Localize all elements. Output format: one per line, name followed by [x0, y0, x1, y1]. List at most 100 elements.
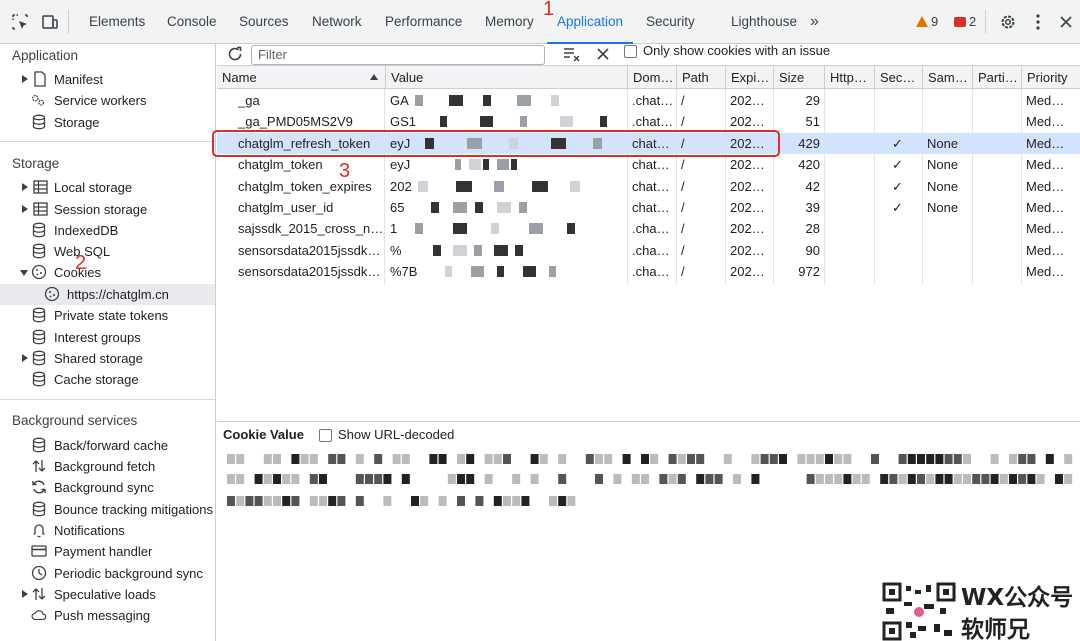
cell-name: _ga [238, 93, 260, 108]
column-header-size[interactable]: Size [773, 66, 824, 89]
cell-expires: 202… [730, 200, 765, 215]
redacted-block [825, 474, 833, 484]
redacted-block [300, 454, 309, 464]
redacted-block [779, 454, 787, 464]
sidebar-item-back-forward-cache[interactable]: Back/forward cache [0, 435, 215, 456]
tab-performance[interactable]: Performance [385, 0, 462, 44]
redacted-block [677, 454, 686, 464]
show-url-decoded-checkbox[interactable] [319, 429, 332, 442]
delete-selected-icon[interactable] [596, 47, 610, 61]
sidebar-item-indexeddb[interactable]: IndexedDB [0, 220, 215, 241]
more-tabs-button[interactable]: » [810, 0, 819, 44]
redacted-block [457, 496, 465, 506]
column-header-samesite[interactable]: Sam… [922, 66, 972, 89]
expand-arrow-icon[interactable] [22, 75, 28, 83]
redacted-block [337, 454, 346, 464]
sidebar-item-interest-groups[interactable]: Interest groups [0, 327, 215, 348]
column-header-partition-key[interactable]: Parti… [972, 66, 1021, 89]
settings-gear-icon[interactable] [998, 12, 1018, 32]
redacted-block [236, 454, 245, 464]
close-devtools-icon[interactable] [1056, 12, 1076, 32]
warnings-badge[interactable]: 9 [916, 14, 938, 29]
collapse-arrow-icon[interactable] [20, 270, 28, 276]
column-header-secure[interactable]: Sec… [874, 66, 922, 89]
sidebar-item-shared-storage[interactable]: Shared storage [0, 348, 215, 369]
sidebar-item-label: Speculative loads [54, 587, 156, 602]
sidebar-item-cookie-origin[interactable]: https://chatglm.cn [0, 284, 215, 305]
sidebar-item-notifications[interactable]: Notifications [0, 520, 215, 541]
redacted-block [677, 474, 686, 484]
redacted-block [438, 454, 447, 464]
device-toolbar-icon[interactable] [40, 12, 60, 32]
redacted-block [1045, 454, 1054, 464]
redacted-block [374, 474, 383, 484]
clear-all-cookies-icon[interactable] [563, 46, 581, 64]
cell-priority: Med… [1026, 93, 1065, 108]
sidebar-item-storage[interactable]: Storage [0, 112, 215, 133]
cell-partition [972, 90, 1021, 111]
tab-lighthouse[interactable]: Lighthouse [731, 0, 797, 44]
only-issues-checkbox[interactable] [624, 45, 637, 58]
refresh-icon[interactable] [226, 44, 244, 64]
redacted-block [420, 496, 429, 506]
column-header-expires[interactable]: Expi… [725, 66, 773, 89]
sidebar-item-bounce-tracking-mitigations[interactable]: Bounce tracking mitigations [0, 499, 215, 520]
database-icon [31, 371, 47, 387]
expand-arrow-icon[interactable] [22, 183, 28, 191]
table-icon [32, 179, 48, 195]
sidebar-item-background-fetch[interactable]: Background fetch [0, 456, 215, 477]
sidebar-item-cache-storage[interactable]: Cache storage [0, 369, 215, 390]
sidebar-item-speculative-loads[interactable]: Speculative loads [0, 584, 215, 605]
table-row[interactable]: chatglm_user_id 65 chat…/202… 39 ✓ None Med… [217, 197, 1080, 218]
tab-elements[interactable]: Elements [89, 0, 145, 44]
redacted-block [521, 496, 530, 506]
table-row[interactable]: sensorsdata2015jssdk… %7B .cha… / 202… 972 Med… [217, 261, 1080, 282]
sidebar-item-periodic-background-sync[interactable]: Periodic background sync [0, 563, 215, 584]
sidebar-item-session-storage[interactable]: Session storage [0, 199, 215, 220]
qr-code-icon [882, 582, 956, 641]
tab-console[interactable]: Console [167, 0, 217, 44]
sidebar-item-cookies[interactable]: Cookies [0, 262, 215, 283]
tab-memory[interactable]: Memory [485, 0, 534, 44]
database-icon [31, 501, 47, 517]
expand-arrow-icon[interactable] [22, 354, 28, 362]
filter-input[interactable]: Filter [251, 45, 545, 65]
sidebar-item-service-workers[interactable]: Service workers [0, 90, 215, 111]
redacted-block [963, 474, 971, 484]
expand-arrow-icon[interactable] [22, 205, 28, 213]
column-header-name[interactable]: Name [217, 66, 384, 89]
sidebar-item-web-sql[interactable]: Web SQL [0, 241, 215, 262]
redacted-block [401, 474, 410, 484]
database-icon [31, 114, 47, 130]
tab-network[interactable]: Network [312, 0, 362, 44]
column-header-path[interactable]: Path [676, 66, 725, 89]
table-row[interactable]: sensorsdata2015jssdk…% .cha…/202… 90 Med… [217, 240, 1080, 261]
cell-domain: chat… [632, 200, 670, 215]
column-header-httponly[interactable]: Http… [824, 66, 874, 89]
table-row[interactable]: _ga GA .chat…/202… 29 Med… [217, 90, 1080, 111]
more-options-icon[interactable] [1028, 12, 1048, 32]
divider [0, 141, 215, 142]
tab-sources[interactable]: Sources [239, 0, 289, 44]
sidebar-item-local-storage[interactable]: Local storage [0, 177, 215, 198]
redacted-block [926, 454, 935, 464]
sidebar-item-background-sync[interactable]: Background sync [0, 477, 215, 498]
sidebar-item-push-messaging[interactable]: Push messaging [0, 605, 215, 626]
redacted-block [613, 474, 622, 484]
column-header-priority[interactable]: Priority [1021, 66, 1080, 89]
cell-partition [972, 176, 1021, 197]
redacted-block [227, 496, 235, 506]
sidebar-item-private-state-tokens[interactable]: Private state tokens [0, 305, 215, 326]
sidebar-item-manifest[interactable]: Manifest [0, 69, 215, 90]
sidebar-item-payment-handler[interactable]: Payment handler [0, 541, 215, 562]
errors-badge[interactable]: 2 [954, 14, 976, 29]
inspect-element-icon[interactable] [10, 12, 30, 32]
column-header-domain[interactable]: Dom… [627, 66, 676, 89]
table-row[interactable]: sajssdk_2015_cross_n… 1 .cha…/202… 28 Med… [217, 218, 1080, 239]
cell-expires: 202… [730, 178, 765, 194]
tab-security[interactable]: Security [646, 0, 695, 44]
tab-application[interactable]: Application [546, 0, 634, 44]
redacted-block [263, 454, 272, 464]
expand-arrow-icon[interactable] [22, 590, 28, 598]
column-header-value[interactable]: Value [385, 66, 627, 89]
